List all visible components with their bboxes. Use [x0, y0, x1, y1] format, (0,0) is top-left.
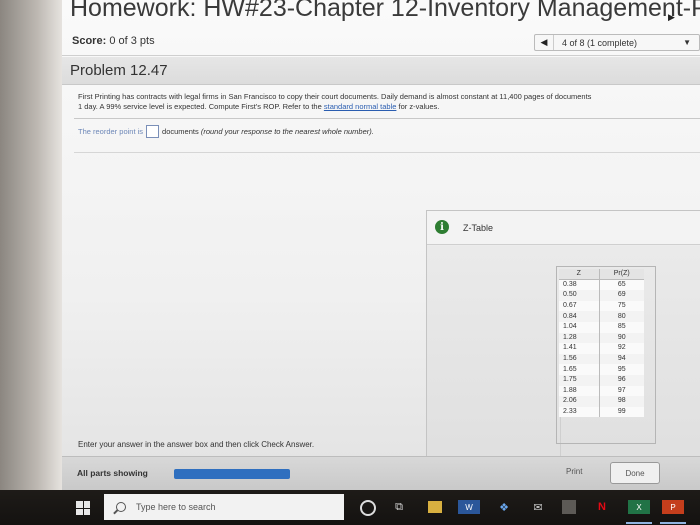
z-table-row: 2.33 99 — [559, 406, 644, 418]
active-app-indicator — [660, 522, 686, 524]
z-value-cell: 1.56 — [559, 353, 600, 365]
answer-line: The reorder point is documents (round yo… — [78, 125, 374, 138]
popup-title: Z-Table — [463, 223, 494, 233]
z-table-row: 0.84 80 — [559, 311, 644, 322]
answer-instruction: Enter your answer in the answer box and … — [78, 440, 315, 449]
probability-cell: 69 — [599, 290, 644, 301]
problem-header: Problem 12.47 — [62, 57, 700, 85]
z-value-cell: 1.04 — [559, 321, 600, 333]
z-value-cell: 0.38 — [559, 279, 600, 291]
probability-cell: 85 — [617, 323, 626, 331]
answer-hint: (round your response to the nearest whol… — [200, 127, 374, 136]
probability-cell: 80 — [599, 311, 644, 322]
z-table-row: 1.28 90 — [559, 332, 644, 344]
popup-header[interactable]: i Z-Table — [427, 211, 700, 245]
probability-cell: 96 — [599, 374, 644, 386]
answer-suffix: documents — [162, 127, 199, 136]
score-row: Score: 0 of 3 pts ◀ 4 of 8 (1 complete) … — [62, 26, 700, 56]
probability-cell: 92 — [617, 344, 626, 352]
z-value-cell: 1.88 — [559, 385, 600, 397]
dropbox-icon[interactable]: ❖ — [496, 499, 512, 515]
probability-cell: 75 — [617, 302, 626, 310]
z-value-cell: 1.28 — [559, 332, 600, 344]
probability-cell: 99 — [617, 408, 626, 416]
answer-prefix: The reorder point is — [78, 127, 144, 136]
active-app-indicator — [626, 522, 652, 524]
z-table-header: Z Pr(Z) — [559, 269, 644, 281]
monitor-bezel — [0, 0, 62, 490]
question-navigator[interactable]: ◀ 4 of 8 (1 complete) ▼ — [534, 34, 700, 51]
probability-cell: 90 — [599, 332, 644, 344]
question-line-2: 1 day. A 99% service level is expected. … — [78, 102, 698, 112]
divider — [74, 118, 700, 119]
probability-cell: 94 — [599, 353, 644, 365]
store-icon[interactable] — [562, 500, 576, 514]
z-table-row: 0.50 69 — [559, 290, 644, 301]
bottom-bar: All parts showing Print Done — [62, 456, 700, 490]
standard-normal-table-link[interactable]: standard normal table — [324, 102, 397, 111]
progress-bar — [174, 469, 290, 479]
z-table-row: 1.56 94 — [559, 353, 644, 365]
question-line-1: First Printing has contracts with legal … — [78, 92, 592, 101]
z-value-cell: 0.84 — [559, 311, 600, 322]
z-table-row: 0.67 75 — [559, 300, 644, 312]
z-value-cell: 1.75 — [559, 374, 600, 386]
probability-cell: 65 — [617, 281, 626, 289]
probability-cell: 98 — [599, 396, 644, 407]
done-button[interactable]: Done — [610, 462, 660, 484]
netflix-icon[interactable]: N — [596, 499, 608, 515]
score-value: 0 of 3 pts — [109, 35, 155, 47]
question-line-2-end: for z-values. — [398, 102, 440, 111]
windows-start-icon[interactable] — [76, 501, 90, 515]
probability-column-header: Pr(Z) — [599, 269, 644, 281]
task-view-icon[interactable]: ⧉ — [392, 499, 406, 515]
score-display: Score: 0 of 3 pts — [72, 35, 155, 47]
z-table-row: 1.65 95 — [559, 364, 644, 375]
word-icon[interactable]: W — [458, 500, 480, 514]
score-label: Score: — [72, 35, 107, 47]
previous-question-button[interactable]: ◀ — [535, 37, 553, 48]
z-value-cell: 2.06 — [559, 396, 600, 407]
cortana-icon[interactable] — [360, 500, 376, 516]
probability-cell: 97 — [617, 386, 626, 394]
problem-title: Problem 12.47 — [70, 62, 168, 79]
browser-screen: Homework: HW#23-Chapter 12-Inventory Man… — [0, 0, 700, 490]
z-value-cell: 2.33 — [559, 406, 600, 418]
probability-cell: 95 — [617, 365, 626, 373]
file-explorer-icon[interactable] — [428, 501, 442, 513]
info-icon: i — [435, 220, 449, 234]
z-table-row: 1.88 97 — [559, 385, 644, 397]
powerpoint-icon[interactable]: P — [662, 500, 684, 514]
question-line-2-start: 1 day. A 99% service level is expected. … — [78, 102, 322, 111]
excel-icon[interactable]: X — [628, 500, 650, 514]
search-icon — [116, 502, 126, 512]
z-table-row: 2.06 98 — [559, 396, 644, 407]
question-position-label[interactable]: 4 of 8 (1 complete) — [554, 38, 683, 48]
z-table-row: 1.75 96 — [559, 374, 644, 386]
divider — [74, 152, 700, 153]
z-table-row: 1.04 85 — [559, 321, 644, 333]
print-button[interactable]: Print — [566, 467, 582, 476]
question-text: First Printing has contracts with legal … — [78, 92, 698, 112]
z-value-cell: 0.50 — [559, 290, 600, 301]
z-table-row: 0.38 65 — [559, 279, 644, 291]
z-table: Z Pr(Z) 0.38 65 0.50 69 0.67 75 0.84 80 1.04 85 1.… — [559, 269, 644, 418]
homework-title: Homework: HW#23-Chapter 12-Inventory Man… — [70, 0, 700, 22]
next-question-button[interactable]: ▶ — [668, 12, 675, 23]
reorder-point-input[interactable] — [146, 125, 160, 138]
taskbar-search-box[interactable]: Type here to search — [104, 494, 344, 520]
z-table-row: 1.41 92 — [559, 343, 644, 354]
z-value-cell: 1.65 — [559, 364, 600, 375]
windows-taskbar: Type here to search ⧉ W ❖ ✉ N X P — [0, 490, 700, 525]
parts-showing-label: All parts showing — [77, 468, 148, 478]
z-value-cell: 0.67 — [559, 300, 600, 312]
search-placeholder: Type here to search — [136, 502, 216, 512]
z-value-cell: 1.41 — [559, 343, 600, 354]
mail-icon[interactable]: ✉ — [530, 499, 546, 515]
chevron-down-icon[interactable]: ▼ — [683, 38, 691, 47]
z-column-header: Z — [559, 269, 600, 281]
